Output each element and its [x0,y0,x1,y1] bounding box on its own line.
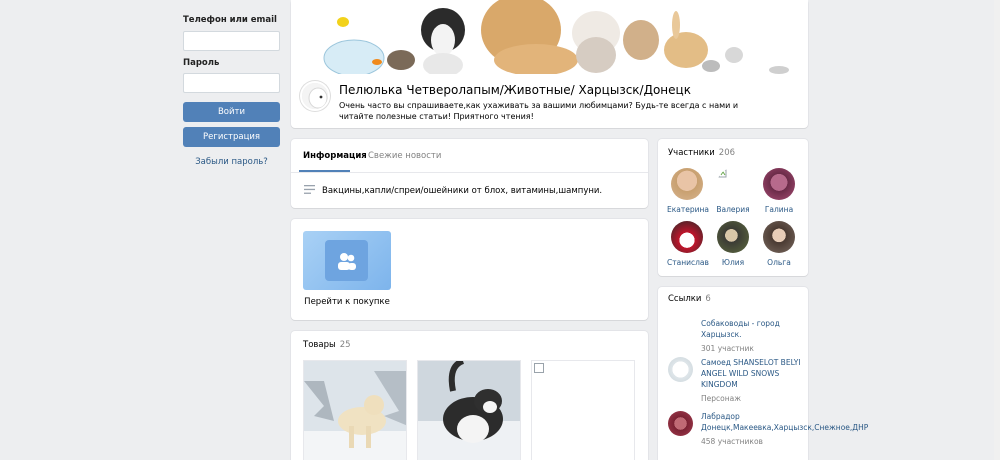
member-name: Валерия [716,205,750,214]
member-item[interactable]: Валерия [713,168,753,214]
group-cover-image [291,0,808,74]
group-status: Очень часто вы спрашиваете,как ухаживать… [339,101,739,121]
member-avatar [717,168,749,200]
link-subtitle: 458 участников [701,437,763,446]
members-header[interactable]: Участники 206 [668,148,735,158]
tab-information[interactable]: Информация [303,151,367,161]
password-label: Пароль [183,58,220,68]
tabs-divider [291,172,648,173]
member-item[interactable]: Ольга [759,221,799,267]
goods-item-dog[interactable] [303,360,407,460]
goods-card: Товары 25 [291,331,648,460]
goods-item-cat[interactable] [417,360,521,460]
purchase-card: Перейти к покупке [291,219,648,320]
purchase-tile[interactable] [303,231,391,290]
link-avatar [668,357,693,382]
links-count: 6 [705,294,711,304]
member-item[interactable]: Станислав [667,221,709,267]
links-card: Ссылки 6 Собаководы - город Харцызск. 301… [658,287,868,460]
group-avatar[interactable] [300,81,330,111]
goods-title: Товары [303,340,336,350]
member-name: Станислав [667,258,709,267]
member-avatar [671,168,703,200]
link-title[interactable]: Самоед SHANSELOT BELYI ANGEL WILD SNOWS … [701,357,803,390]
member-avatar [671,221,703,253]
goods-count: 25 [339,340,351,350]
community-icon [325,240,368,281]
info-description-row: Вакцины,капли/спреи/ошейники от блох, ви… [304,185,602,197]
link-subtitle: 301 участник [701,344,754,353]
link-avatar [668,411,693,436]
description-icon [304,185,315,197]
member-name: Юлия [721,258,745,267]
member-item[interactable]: Галина [759,168,799,214]
members-card: Участники 206 Екатерина Валерия Галина Ст… [658,139,808,276]
purchase-link[interactable]: Перейти к покупке [303,297,391,307]
register-button[interactable]: Регистрация [183,127,280,147]
login-button[interactable]: Войти [183,102,280,122]
member-item[interactable]: Юлия [713,221,753,267]
members-title: Участники [668,148,715,158]
goods-item-placeholder[interactable] [531,360,635,460]
member-name: Ольга [767,258,791,267]
password-input[interactable] [183,73,280,93]
phone-label: Телефон или email [183,15,277,25]
tab-latest-news[interactable]: Свежие новости [368,151,441,161]
link-title[interactable]: Собаководы - город Харцызск. [701,318,803,340]
info-description-text: Вакцины,капли/спреи/ошейники от блох, ви… [322,186,603,196]
link-title[interactable]: Лабрадор Донецк,Макеевка,Харцызск,Снежно… [701,411,868,433]
links-header[interactable]: Ссылки 6 [668,294,711,304]
goods-header[interactable]: Товары 25 [303,340,351,350]
member-avatar [763,221,795,253]
forgot-password-link[interactable]: Забыли пароль? [183,157,280,167]
member-item[interactable]: Екатерина [667,168,709,214]
member-avatar [763,168,795,200]
group-title: Пелюлька Четверолапым/Животные/ Харцызск… [339,83,691,97]
member-name: Екатерина [667,205,709,214]
member-name: Галина [764,205,794,214]
link-subtitle: Персонаж [701,394,741,403]
links-title: Ссылки [668,294,702,304]
page-scrollbar[interactable] [994,0,1000,460]
member-avatar [717,221,749,253]
phone-input[interactable] [183,31,280,51]
info-card: Информация Свежие новости Вакцины,капли/… [291,139,648,208]
members-count: 206 [718,148,736,158]
